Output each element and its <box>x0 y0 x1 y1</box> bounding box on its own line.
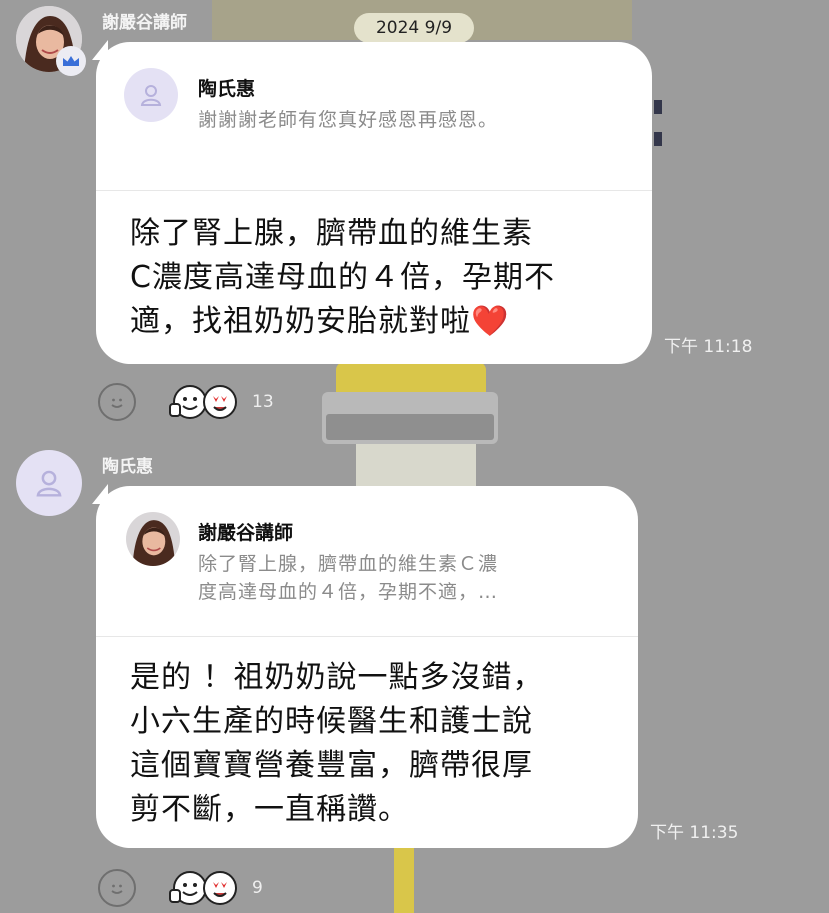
quote-line: 除了腎上腺，臍帶血的維生素Ｃ濃 <box>198 553 499 575</box>
message-line: 剪不斷，一直稱讚。 <box>130 792 409 827</box>
heart-eyes-face-icon <box>203 871 237 905</box>
message-text: 是的 ！祖奶奶說一點多沒錯， 小六生產的時候醫生和護士說 這個寶寶營養豐富，臍帶… <box>130 656 544 832</box>
message-line: C濃度高達母血的４倍，孕期不 <box>130 260 555 295</box>
crown-icon <box>63 56 79 66</box>
smiley-icon <box>111 398 123 408</box>
thumbs-up-face-icon <box>169 385 207 419</box>
date-separator: 2024 9/9 <box>354 13 474 43</box>
reaction-count: 9 <box>252 878 263 898</box>
quote-line: 謝謝謝老師有您真好感恩再感恩。 <box>198 109 499 131</box>
message-time: 下午 11:35 <box>650 823 739 843</box>
quote-sender-name: 謝嚴谷講師 <box>198 522 294 544</box>
add-reaction-button[interactable] <box>98 869 136 907</box>
person-icon <box>36 470 62 497</box>
reaction-summary[interactable] <box>168 382 240 422</box>
wallpaper-mark <box>654 100 662 114</box>
wallpaper-bottle <box>336 362 486 392</box>
wallpaper-bottle-band <box>326 414 494 440</box>
message-text: 除了腎上腺，臍帶血的維生素 C濃度高達母血的４倍，孕期不 適，找祖奶奶安胎就對啦… <box>130 212 555 344</box>
quote-divider <box>96 636 638 637</box>
sender-name: 謝嚴谷講師 <box>102 13 187 33</box>
quote-text: 除了腎上腺，臍帶血的維生素Ｃ濃 度高達母血的４倍，孕期不適，… <box>198 550 498 606</box>
sender-avatar[interactable] <box>16 450 82 516</box>
thumbs-up-face-icon <box>169 871 207 905</box>
wallpaper-mark <box>654 132 662 146</box>
add-reaction-button[interactable] <box>98 383 136 421</box>
person-icon <box>140 85 162 106</box>
message-line: 適，找祖奶奶安胎就對啦❤️ <box>130 304 510 339</box>
message-line: 小六生產的時候醫生和護士說 <box>130 704 533 739</box>
message-line: 是的 ！祖奶奶說一點多沒錯， <box>130 660 544 695</box>
message-bubble[interactable]: 陶氏惠 謝謝謝老師有您真好感恩再感恩。 除了腎上腺，臍帶血的維生素 C濃度高達母… <box>96 42 652 364</box>
quote-sender-name: 陶氏惠 <box>198 78 256 100</box>
smiley-icon <box>111 884 123 894</box>
quote-text: 謝謝謝老師有您真好感恩再感恩。 <box>198 106 498 134</box>
wallpaper-pole <box>394 848 414 913</box>
reaction-emojis <box>169 385 237 419</box>
reaction-count: 13 <box>252 392 274 412</box>
message-time: 下午 11:18 <box>664 337 753 357</box>
message-line: 這個寶寶營養豐富，臍帶很厚 <box>130 748 533 783</box>
reaction-summary[interactable] <box>168 868 240 908</box>
message-line: 除了腎上腺，臍帶血的維生素 <box>130 216 533 251</box>
quote-line: 度高達母血的４倍，孕期不適，… <box>198 581 499 603</box>
avatar-photo-icon <box>126 512 180 566</box>
sender-name: 陶氏惠 <box>102 457 153 477</box>
quote-avatar <box>124 68 178 122</box>
crown-badge <box>56 46 86 76</box>
wallpaper-bottle-nozzle <box>356 444 476 486</box>
reaction-emojis <box>169 871 237 905</box>
quote-avatar <box>126 512 180 566</box>
heart-eyes-face-icon <box>203 385 237 419</box>
quote-divider <box>96 190 652 191</box>
red-heart-icon: ❤️ <box>471 304 510 339</box>
message-bubble[interactable]: 謝嚴谷講師 除了腎上腺，臍帶血的維生素Ｃ濃 度高達母血的４倍，孕期不適，… 是的… <box>96 486 638 848</box>
